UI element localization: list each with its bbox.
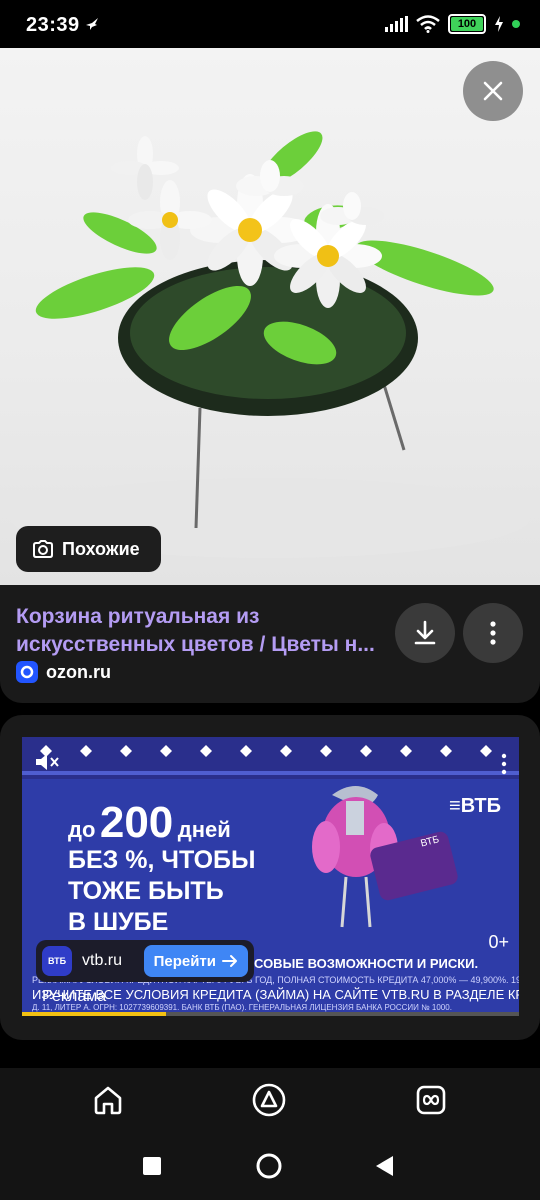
ad-headline-suffix: дней bbox=[177, 817, 231, 842]
ad-headline-number: 200 bbox=[99, 798, 174, 847]
result-source[interactable]: ozon.ru bbox=[16, 661, 111, 683]
battery-icon: 100 bbox=[448, 14, 486, 34]
similar-button[interactable]: Похожие bbox=[16, 526, 161, 572]
ad-body: БЕЗ %, ЧТОБЫ ТОЖЕ БЫТЬ В ШУБЕ bbox=[68, 845, 255, 938]
vtb-logo-icon: ВТБ bbox=[42, 946, 72, 976]
ad-advertiser-pill[interactable]: ВТБ vtb.ru Перейти bbox=[36, 940, 254, 982]
result-title-line2: искусственных цветов / Цветы н... bbox=[16, 633, 375, 656]
ad-fine-print-1: СОВЫЕ ВОЗМОЖНОСТИ И РИСКИ. bbox=[254, 956, 479, 971]
ad-mascot-illustration: ВТБ bbox=[312, 786, 458, 928]
flower-arrangement-image bbox=[10, 131, 530, 558]
camera-lens-icon bbox=[33, 540, 53, 558]
ad-headline: до 200 дней bbox=[68, 798, 231, 848]
ad-knit-pattern bbox=[22, 737, 519, 779]
status-time: 23:39 bbox=[26, 14, 80, 36]
recents-icon[interactable] bbox=[142, 1156, 162, 1176]
close-icon bbox=[483, 81, 503, 101]
home-icon[interactable] bbox=[91, 1083, 125, 1117]
signal-icon bbox=[385, 16, 408, 32]
back-icon[interactable] bbox=[373, 1154, 395, 1178]
ad-advertiser-domain: vtb.ru bbox=[82, 952, 123, 969]
ad-line-2: ТОЖЕ БЫТЬ bbox=[68, 877, 224, 905]
download-icon bbox=[414, 620, 436, 645]
status-bar: 23:39 100 bbox=[0, 0, 540, 48]
alice-icon[interactable] bbox=[252, 1083, 286, 1117]
wifi-icon bbox=[416, 15, 440, 33]
mute-icon[interactable] bbox=[34, 751, 60, 773]
notification-bird-icon bbox=[86, 18, 98, 30]
result-source-domain: ozon.ru bbox=[46, 661, 111, 682]
ad-go-button[interactable]: Перейти bbox=[143, 945, 248, 977]
ad-more-icon[interactable] bbox=[501, 753, 507, 775]
ad-line-3: В ШУБЕ bbox=[68, 908, 169, 936]
ad-progress-track bbox=[22, 1012, 519, 1016]
arrow-right-icon bbox=[222, 955, 237, 967]
download-button[interactable] bbox=[395, 603, 455, 663]
similar-button-label: Похожие bbox=[62, 538, 140, 559]
status-icons: 100 bbox=[384, 14, 520, 34]
ozon-logo-icon bbox=[16, 661, 38, 683]
product-photo[interactable]: Похожие bbox=[0, 48, 540, 585]
ad-line-1: БЕЗ %, ЧТОБЫ bbox=[68, 846, 256, 874]
ad-label: Реклама bbox=[42, 988, 107, 1005]
more-options-button[interactable] bbox=[463, 603, 523, 663]
ad-headline-prefix: до bbox=[68, 817, 96, 842]
close-button[interactable] bbox=[463, 61, 523, 121]
ad-progress-bar bbox=[22, 1012, 167, 1016]
tabs-icon[interactable] bbox=[414, 1083, 448, 1117]
result-title[interactable]: Корзина ритуальная из искусственных цвет… bbox=[16, 603, 381, 659]
charging-icon bbox=[495, 16, 503, 32]
more-vertical-icon bbox=[490, 621, 496, 645]
ad-age-rating: 0+ bbox=[488, 932, 509, 952]
privacy-dot bbox=[512, 20, 520, 28]
home-circle-icon[interactable] bbox=[255, 1152, 283, 1180]
ad-go-button-label: Перейти bbox=[153, 952, 216, 970]
result-title-line1: Корзина ритуальная из bbox=[16, 605, 260, 628]
battery-level: 100 bbox=[457, 18, 477, 30]
